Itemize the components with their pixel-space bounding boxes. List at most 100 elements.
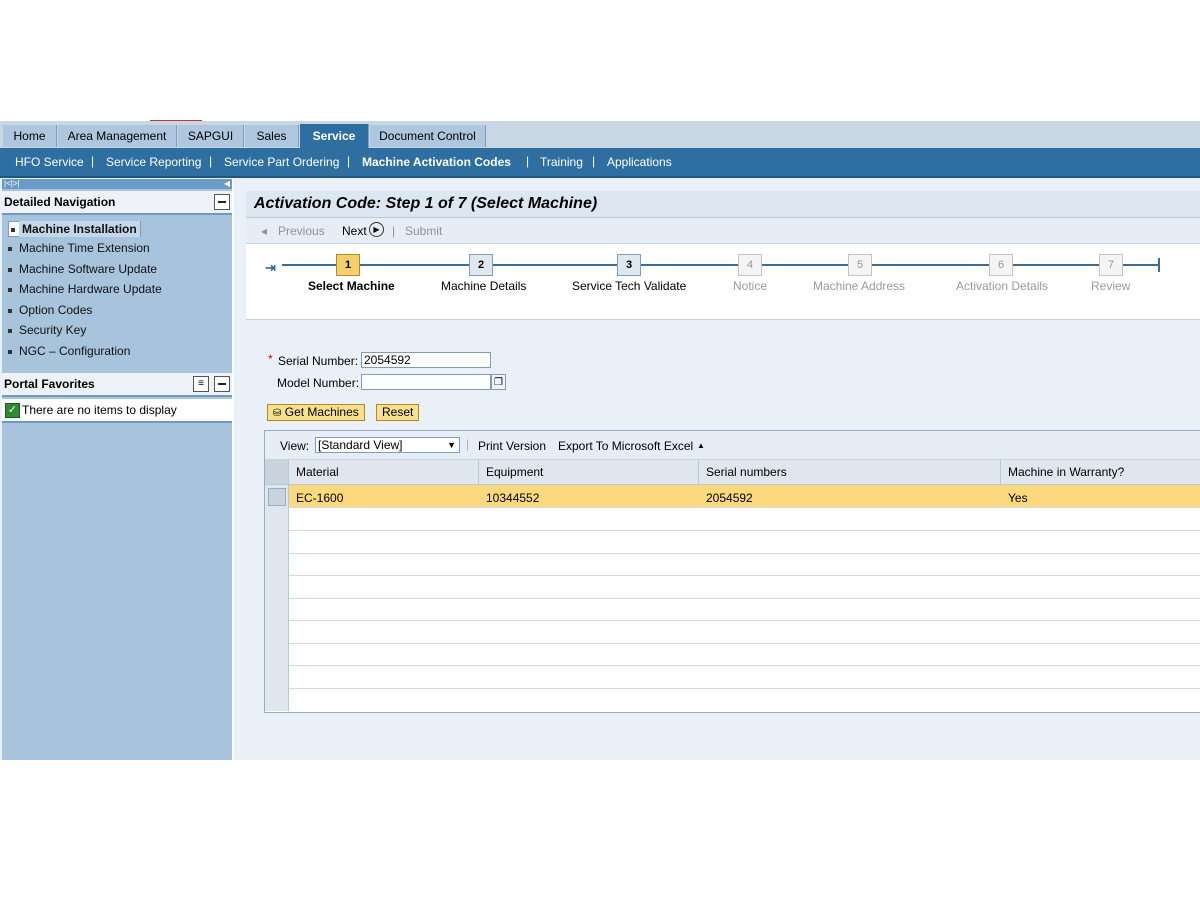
minimize-icon[interactable] xyxy=(214,376,230,392)
step-3-label: Service Tech Validate xyxy=(572,279,687,293)
binoculars-icon: ⛁ xyxy=(273,408,282,419)
portal-favorites-header: Portal Favorites ≡ xyxy=(2,373,232,397)
serial-number-input[interactable] xyxy=(361,352,491,368)
machines-table: View: [Standard View] ▼ | Print Version … xyxy=(264,430,1200,713)
minimize-icon[interactable] xyxy=(214,194,230,210)
sub-navigation-bar: HFO Service | Service Reporting | Servic… xyxy=(0,148,1200,176)
table-row-empty xyxy=(289,666,1200,689)
value-help-icon[interactable]: ❐ xyxy=(491,374,506,390)
subnav-service-reporting[interactable]: Service Reporting xyxy=(106,155,201,169)
subnav-machine-activation-codes[interactable]: Machine Activation Codes xyxy=(362,155,511,169)
top-tab-bar: Home Area Management SAPGUI Sales Servic… xyxy=(0,121,1200,148)
step-3-marker[interactable]: 3 xyxy=(617,254,641,276)
tab-service[interactable]: Service xyxy=(300,124,369,148)
roadmap-start-icon: ⇥ xyxy=(265,260,276,275)
detailed-navigation-title: Detailed Navigation xyxy=(4,195,116,209)
bullet-icon xyxy=(8,267,12,272)
nav-item-ngc-configuration[interactable]: NGC – Configuration xyxy=(8,344,130,358)
step-2-label: Machine Details xyxy=(441,279,527,293)
collapse-arrows-icon[interactable]: |<|>| xyxy=(4,179,20,189)
col-serial-numbers[interactable]: Serial numbers xyxy=(706,465,787,479)
detailed-navigation-header: Detailed Navigation xyxy=(2,191,232,215)
collapse-left-icon[interactable]: ◀ xyxy=(224,179,230,189)
nav-item-machine-hardware-update[interactable]: Machine Hardware Update xyxy=(8,282,162,296)
subnav-separator: | xyxy=(526,154,530,168)
subnav-separator: | xyxy=(91,154,95,168)
table-row-empty xyxy=(289,688,1200,710)
column-divider xyxy=(1000,460,1001,484)
tab-document-control[interactable]: Document Control xyxy=(370,125,486,147)
chevron-down-icon: ▼ xyxy=(447,440,456,450)
subnav-hfo-service[interactable]: HFO Service xyxy=(15,155,84,169)
tab-sapgui[interactable]: SAPGUI xyxy=(178,125,244,147)
subnav-separator: | xyxy=(347,154,351,168)
select-all-cell[interactable] xyxy=(265,460,289,484)
column-divider xyxy=(478,460,479,484)
bullet-icon xyxy=(8,349,12,354)
subnav-training[interactable]: Training xyxy=(540,155,583,169)
step-5-label: Machine Address xyxy=(813,279,906,293)
model-number-label: Model Number: xyxy=(277,376,360,390)
step-7-marker: 7 xyxy=(1099,254,1123,276)
serial-number-label: Serial Number: xyxy=(278,354,359,368)
step-1-marker[interactable]: 1 xyxy=(336,254,360,276)
view-select[interactable]: [Standard View] ▼ xyxy=(315,437,460,453)
table-row-empty xyxy=(289,621,1200,644)
cell-warranty: Yes xyxy=(1008,491,1028,505)
toolbar-separator: | xyxy=(392,224,396,238)
edit-favorites-icon[interactable]: ≡ xyxy=(193,376,209,392)
view-label: View: xyxy=(280,439,310,453)
table-toolbar: View: [Standard View] ▼ | Print Version … xyxy=(265,431,1200,460)
step-4-label: Notice xyxy=(733,279,768,293)
submit-button[interactable]: Submit xyxy=(405,224,442,238)
nav-item-machine-time-extension[interactable]: Machine Time Extension xyxy=(8,241,150,255)
table-row[interactable]: EC-1600 10344552 2054592 Yes xyxy=(289,485,1200,508)
subnav-service-part-ordering[interactable]: Service Part Ordering xyxy=(224,155,339,169)
subnav-shadow xyxy=(0,176,1200,178)
reset-button[interactable]: Reset xyxy=(376,404,420,421)
tab-area-management[interactable]: Area Management xyxy=(58,125,177,147)
step-2-marker[interactable]: 2 xyxy=(469,254,493,276)
col-machine-in-warranty[interactable]: Machine in Warranty? xyxy=(1008,465,1124,479)
get-machines-button[interactable]: ⛁ Get Machines xyxy=(267,404,365,421)
col-equipment[interactable]: Equipment xyxy=(486,465,543,479)
bullet-icon xyxy=(8,328,12,333)
bullet-icon xyxy=(8,287,12,292)
col-material[interactable]: Material xyxy=(296,465,339,479)
row-select-button[interactable] xyxy=(268,488,286,506)
roadmap-line xyxy=(282,264,1158,266)
export-menu-icon[interactable]: ▲ xyxy=(697,441,705,450)
nav-item-security-key[interactable]: Security Key xyxy=(8,323,86,337)
favorites-empty-message: ✓ There are no items to display xyxy=(2,399,232,423)
step-1-label: Select Machine xyxy=(308,279,395,293)
subnav-applications[interactable]: Applications xyxy=(607,155,672,169)
nav-item-machine-installation[interactable]: Machine Installation xyxy=(8,221,141,237)
portal-favorites-title: Portal Favorites xyxy=(4,377,95,391)
left-navigation-panel: |<|>| ◀ Detailed Navigation Machine Inst… xyxy=(2,179,234,760)
table-row-empty xyxy=(289,531,1200,554)
nav-collapse-toggle[interactable]: |<|>| ◀ xyxy=(2,179,232,189)
step-7-label: Review xyxy=(1091,279,1131,293)
nav-item-option-codes[interactable]: Option Codes xyxy=(8,303,92,317)
step-6-marker: 6 xyxy=(989,254,1013,276)
tab-home[interactable]: Home xyxy=(3,125,57,147)
model-number-input[interactable] xyxy=(361,374,491,390)
portal-frame: Home Area Management SAPGUI Sales Servic… xyxy=(0,121,1200,760)
row-selector-column xyxy=(265,485,289,711)
tab-sales[interactable]: Sales xyxy=(245,125,299,147)
cell-serial: 2054592 xyxy=(706,491,753,505)
previous-button[interactable]: Previous xyxy=(278,224,325,238)
bullet-icon xyxy=(8,308,12,313)
table-row-empty xyxy=(289,598,1200,621)
table-row-empty xyxy=(289,553,1200,576)
print-version-button[interactable]: Print Version xyxy=(478,439,546,453)
table-row-empty xyxy=(289,643,1200,666)
export-excel-button[interactable]: Export To Microsoft Excel xyxy=(558,439,693,453)
toolbar-separator: | xyxy=(466,437,470,451)
table-header: Material Equipment Serial numbers Machin… xyxy=(265,460,1200,485)
subnav-separator: | xyxy=(592,154,596,168)
next-arrow-icon[interactable]: ▶ xyxy=(369,222,384,237)
next-button[interactable]: Next xyxy=(342,224,367,238)
step-toolbar: ◂ Previous Next ▶ | Submit xyxy=(246,218,1200,244)
nav-item-machine-software-update[interactable]: Machine Software Update xyxy=(8,262,157,276)
